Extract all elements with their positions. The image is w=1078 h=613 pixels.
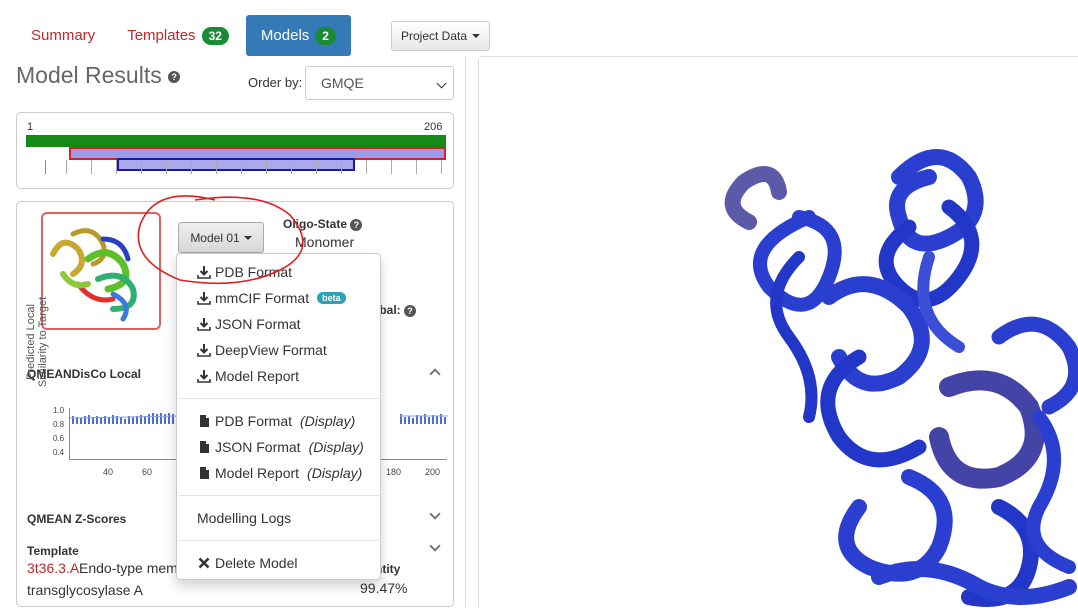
- coverage-start: 1: [27, 121, 34, 133]
- ylabel-line1: Predicted Local: [25, 304, 37, 380]
- menu-item-model-report[interactable]: Model Report: [197, 368, 299, 384]
- beta-badge: beta: [317, 292, 346, 304]
- menu-item-label: Model Report: [215, 368, 300, 384]
- caret-down-icon: [243, 235, 252, 240]
- ytick-label: 0.6: [53, 434, 65, 443]
- panel-divider: [465, 56, 466, 607]
- ylabel-line2: Similarity to Target: [37, 296, 49, 388]
- chevron-down-icon: [436, 78, 447, 89]
- templates-count-badge: 32: [201, 26, 229, 45]
- tab-templates-label: Templates: [127, 27, 196, 44]
- menu-item-pdb-format[interactable]: PDB Format: [197, 264, 292, 280]
- page-title-text: Model Results: [16, 62, 162, 88]
- page-title: Model Results ?: [16, 62, 181, 89]
- close-icon: [198, 557, 210, 569]
- menu-item-mmcif-format[interactable]: mmCIF Format beta: [197, 290, 346, 306]
- tab-summary[interactable]: Summary: [16, 15, 110, 56]
- template-description-line2: transglycosylase A: [27, 582, 143, 598]
- order-by-select[interactable]: GMQE: [305, 66, 454, 100]
- ytick-label: 0.4: [53, 448, 65, 457]
- menu-item-label: Delete Model: [215, 555, 298, 571]
- menu-item-label: mmCIF Format: [215, 290, 310, 306]
- identity-value: 99.47%: [360, 580, 408, 596]
- menu-item-label: JSON Format: [215, 316, 301, 332]
- template-link[interactable]: 3t36.3.A: [27, 560, 79, 576]
- menu-item-suffix: (Display): [300, 413, 356, 429]
- menu-item-json-display[interactable]: JSON Format (Display): [197, 439, 364, 455]
- model-download-menu: PDB Format mmCIF Format beta JSON Format …: [176, 253, 381, 580]
- download-icon: [197, 318, 211, 331]
- menu-item-label: DeepView Format: [215, 342, 327, 358]
- menu-item-delete-model[interactable]: Delete Model: [197, 555, 298, 571]
- help-icon[interactable]: ?: [168, 70, 181, 83]
- qmean-zscores-heading: QMEAN Z-Scores: [27, 512, 127, 526]
- project-data-label: Project Data: [400, 29, 468, 43]
- menu-item-label: PDB Format: [215, 413, 293, 429]
- help-icon[interactable]: ?: [404, 304, 417, 317]
- oligo-state-value: Monomer: [295, 234, 355, 250]
- model-button-label: Model 01: [190, 230, 240, 245]
- tab-bar: Summary Templates 32 Models 2: [16, 15, 353, 56]
- oligo-state-label: Oligo-State ?: [283, 217, 363, 231]
- xtick-label: 200: [425, 467, 441, 477]
- menu-item-json-format[interactable]: JSON Format: [197, 316, 301, 332]
- download-icon: [197, 292, 211, 305]
- file-icon: [200, 415, 209, 427]
- menu-item-suffix: (Display): [307, 465, 363, 481]
- target-coverage-bar: [26, 135, 446, 147]
- menu-divider: [178, 540, 381, 541]
- order-by-label: Order by:: [248, 75, 303, 90]
- download-icon: [197, 344, 211, 357]
- coverage-end: 206: [424, 121, 443, 133]
- menu-item-label: PDB Format: [215, 264, 293, 280]
- ytick-label: 1.0: [53, 406, 65, 415]
- protein-ribbon-render: [724, 149, 1078, 607]
- tab-models-label: Models: [260, 27, 310, 44]
- menu-item-pdb-display[interactable]: PDB Format (Display): [197, 413, 355, 429]
- caret-down-icon: [472, 34, 481, 38]
- download-icon: [197, 370, 211, 383]
- template-heading: Template: [27, 544, 79, 558]
- model-thumbnail[interactable]: [41, 212, 161, 330]
- file-icon: [200, 467, 209, 479]
- help-icon[interactable]: ?: [350, 218, 363, 231]
- local-plot-ylabel: Predicted Local Similarity to Target: [25, 292, 49, 392]
- order-by-value: GMQE: [321, 75, 364, 91]
- chevron-up-icon[interactable]: [429, 368, 441, 380]
- file-icon: [200, 441, 209, 453]
- project-data-button[interactable]: Project Data: [391, 21, 490, 51]
- template-description: Endo-type mem: [79, 560, 178, 576]
- model-download-button[interactable]: Model 01: [178, 222, 264, 253]
- menu-divider: [178, 398, 381, 399]
- tab-summary-label: Summary: [31, 27, 96, 44]
- menu-item-label: JSON Format: [215, 439, 301, 455]
- chevron-down-icon[interactable]: [429, 508, 441, 520]
- xtick-label: 60: [142, 467, 153, 477]
- xtick-label: 180: [386, 467, 402, 477]
- download-icon: [197, 266, 211, 279]
- ytick-label: 0.8: [53, 420, 65, 429]
- model-thumbnail-image: [50, 228, 137, 322]
- menu-item-suffix: (Display): [308, 439, 364, 455]
- alignment-coverage-panel: 1 206: [16, 112, 454, 189]
- chevron-down-icon[interactable]: [429, 540, 441, 552]
- menu-item-modelling-logs[interactable]: Modelling Logs: [197, 510, 291, 526]
- coverage-ruler: [45, 160, 445, 174]
- xtick-label: 40: [103, 467, 114, 477]
- oligo-state-text: Oligo-State: [283, 217, 348, 231]
- menu-item-label: Model Report: [215, 465, 300, 481]
- tab-templates[interactable]: Templates 32: [112, 15, 244, 56]
- structure-viewer[interactable]: [478, 56, 1078, 607]
- menu-divider: [178, 495, 381, 496]
- menu-item-report-display[interactable]: Model Report (Display): [197, 465, 362, 481]
- menu-item-deepview-format[interactable]: DeepView Format: [197, 342, 327, 358]
- models-count-badge: 2: [315, 26, 336, 45]
- tab-models[interactable]: Models 2: [245, 15, 351, 56]
- menu-item-label: Modelling Logs: [197, 510, 292, 526]
